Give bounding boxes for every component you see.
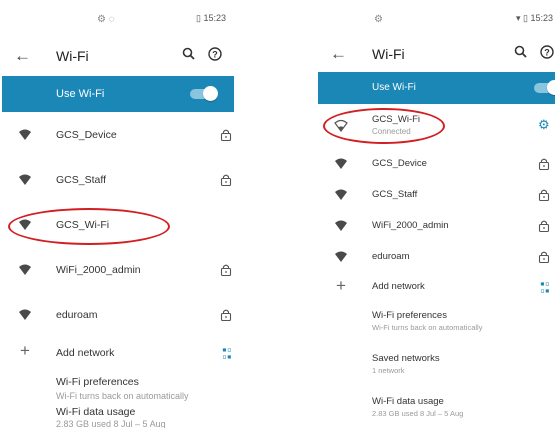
pref-subtitle: Wi-Fi turns back on automatically xyxy=(372,323,483,332)
wifi-preferences-row[interactable]: Wi-Fi preferences Wi-Fi turns back on au… xyxy=(2,370,234,401)
help-icon[interactable]: ? xyxy=(540,45,554,62)
status-time: 15:23 xyxy=(530,13,553,23)
wifi-outline-icon xyxy=(334,119,348,132)
gear-icon[interactable]: ⚙ xyxy=(538,117,550,133)
status-time-group: ▯ 15:23 xyxy=(196,13,226,24)
svg-text:?: ? xyxy=(212,50,218,60)
network-name: WiFi_2000_admin xyxy=(56,263,141,276)
pref-title: Wi-Fi preferences xyxy=(372,310,447,321)
use-wifi-label: Use Wi-Fi xyxy=(56,88,105,100)
wifi-icon: ▾ xyxy=(515,13,521,23)
network-row[interactable]: eduroam xyxy=(2,292,234,337)
status-time: 15:23 xyxy=(203,13,226,23)
use-wifi-row[interactable]: Use Wi-Fi xyxy=(318,72,555,104)
wifi-toggle-switch[interactable] xyxy=(534,80,555,95)
lock-icon xyxy=(538,250,550,264)
right-screenshot: ⚙ ▾ ▯ 15:23 ← Wi-Fi ? Use Wi-Fi GCS_Wi-F… xyxy=(318,0,555,428)
wifi-signal-icon xyxy=(334,157,348,171)
battery-icon: ▯ xyxy=(196,13,201,23)
add-network-row[interactable]: + Add network ▪▫ ▫▪ xyxy=(2,337,234,367)
pref-title: Wi-Fi data usage xyxy=(56,406,136,418)
lock-icon xyxy=(220,308,232,322)
lock-icon xyxy=(538,188,550,202)
pref-title: Wi-Fi data usage xyxy=(372,396,444,407)
status-icons: ⚙ ◌ xyxy=(97,14,115,25)
connected-network-row[interactable]: GCS_Wi-Fi Connected ⚙ xyxy=(318,106,555,146)
wifi-data-usage-row[interactable]: Wi-Fi data usage 2.83 GB used 8 Jul – 5 … xyxy=(318,388,555,422)
network-name: eduroam xyxy=(56,308,98,321)
back-arrow-icon[interactable]: ← xyxy=(14,46,31,66)
plus-icon: + xyxy=(20,341,30,360)
network-row[interactable]: GCS_Device xyxy=(2,112,234,157)
wifi-signal-icon xyxy=(18,308,32,322)
plus-icon: + xyxy=(336,276,346,295)
pref-subtitle: 1 network xyxy=(372,366,405,375)
wifi-signal-icon xyxy=(334,219,348,233)
wifi-preferences-row[interactable]: Wi-Fi preferences Wi-Fi turns back on au… xyxy=(318,302,555,336)
search-icon[interactable] xyxy=(514,45,527,61)
qr-code-icon[interactable]: ▪▫ ▫▪ xyxy=(222,346,232,361)
help-icon[interactable]: ? xyxy=(208,47,222,64)
back-arrow-icon[interactable]: ← xyxy=(330,44,347,64)
wifi-signal-icon xyxy=(18,263,32,277)
lock-icon xyxy=(220,263,232,277)
search-icon[interactable] xyxy=(182,47,195,63)
qr-code-icon[interactable]: ▪▫ ▫▪ xyxy=(540,280,550,295)
wifi-signal-icon xyxy=(18,128,32,142)
lock-icon xyxy=(220,128,232,142)
app-bar: ← Wi-Fi ? xyxy=(2,38,234,74)
network-name: GCS_Device xyxy=(56,128,117,141)
status-bar: ⚙ ▾ ▯ 15:23 xyxy=(318,0,555,38)
pref-subtitle: 2.83 GB used 8 Jul – 5 Aug xyxy=(372,409,464,418)
left-screenshot: ⚙ ◌ ▯ 15:23 ← Wi-Fi ? Use Wi-Fi GCS_Devi… xyxy=(2,0,234,428)
network-row[interactable]: WiFi_2000_admin xyxy=(2,247,234,292)
network-row[interactable]: GCS_Wi-Fi xyxy=(2,202,234,247)
wifi-toggle-switch[interactable] xyxy=(190,86,218,101)
lock-icon xyxy=(538,219,550,233)
network-row[interactable]: eduroam xyxy=(318,241,555,272)
pref-subtitle: Wi-Fi turns back on automatically xyxy=(56,391,189,401)
status-bar: ⚙ ◌ ▯ 15:23 xyxy=(2,0,234,38)
page-title: Wi-Fi xyxy=(372,46,405,62)
network-row[interactable]: WiFi_2000_admin xyxy=(318,210,555,241)
network-row[interactable]: GCS_Device xyxy=(318,148,555,179)
wifi-signal-icon xyxy=(18,173,32,187)
switch-knob xyxy=(547,80,555,95)
switch-knob xyxy=(203,86,218,101)
wifi-signal-icon xyxy=(334,188,348,202)
app-bar: ← Wi-Fi ? xyxy=(318,36,555,72)
add-network-row[interactable]: + Add network ▪▫ ▫▪ xyxy=(318,272,555,300)
connected-network-name: GCS_Wi-Fi xyxy=(372,114,421,125)
lock-icon xyxy=(220,173,232,187)
page-title: Wi-Fi xyxy=(56,48,89,64)
network-row[interactable]: GCS_Staff xyxy=(2,157,234,202)
network-row[interactable]: GCS_Staff xyxy=(318,179,555,210)
network-name: GCS_Staff xyxy=(56,173,106,186)
use-wifi-label: Use Wi-Fi xyxy=(372,82,416,93)
status-time-group: ▾ ▯ 15:23 xyxy=(516,13,553,24)
wifi-signal-icon xyxy=(334,250,348,264)
network-name: GCS_Wi-Fi xyxy=(56,218,110,231)
saved-networks-row[interactable]: Saved networks 1 network xyxy=(318,345,555,379)
pref-subtitle: 2.83 GB used 8 Jul – 5 Aug xyxy=(56,419,166,428)
add-network-label: Add network xyxy=(372,281,425,292)
status-icons: ⚙ xyxy=(374,14,383,25)
network-name: GCS_Device xyxy=(372,157,427,169)
pref-title: Wi-Fi preferences xyxy=(56,376,139,388)
wifi-data-usage-row[interactable]: Wi-Fi data usage 2.83 GB used 8 Jul – 5 … xyxy=(2,402,234,428)
add-network-label: Add network xyxy=(56,347,115,359)
pref-title: Saved networks xyxy=(372,353,440,364)
network-name: GCS_Staff xyxy=(372,188,418,200)
svg-text:?: ? xyxy=(544,48,550,58)
lock-icon xyxy=(538,157,550,171)
use-wifi-row[interactable]: Use Wi-Fi xyxy=(2,76,234,112)
wifi-signal-icon xyxy=(18,218,32,232)
connected-status: Connected xyxy=(372,127,411,136)
battery-icon: ▯ xyxy=(523,13,528,23)
network-name: WiFi_2000_admin xyxy=(372,219,449,231)
network-name: eduroam xyxy=(372,250,410,262)
